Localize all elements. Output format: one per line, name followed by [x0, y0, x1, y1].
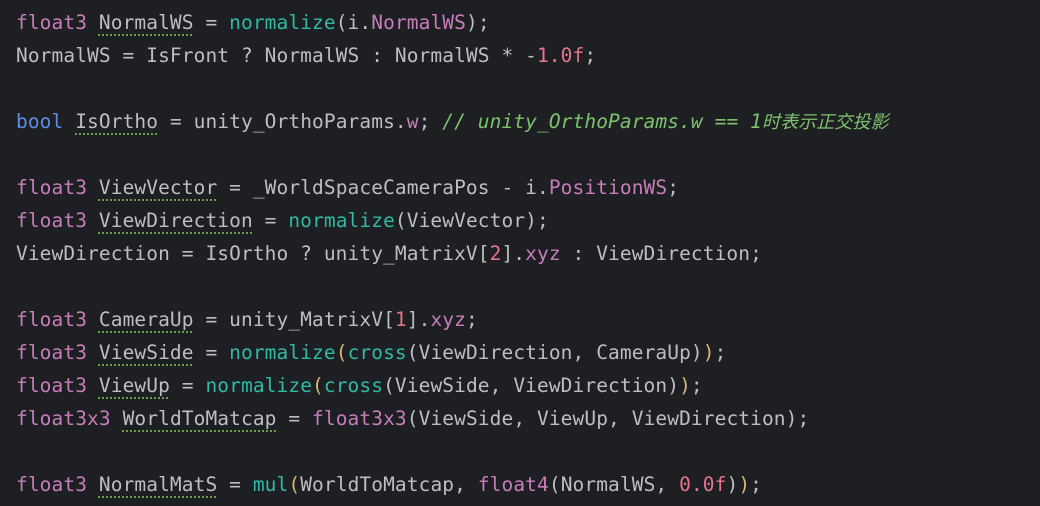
- code-token: NormalMatS: [98, 473, 218, 496]
- code-token: ViewSide: [98, 341, 194, 364]
- code-token: NormalWS: [371, 11, 466, 34]
- code-line[interactable]: float3 CameraUp = unity_MatrixV[1].xyz;: [16, 303, 478, 336]
- code-token: float3: [16, 374, 88, 397]
- code-token: float3: [16, 11, 88, 34]
- code-token: (NormalWS,: [548, 473, 680, 496]
- code-token: ViewDirection = IsOrtho ? unity_MatrixV[: [16, 242, 490, 265]
- code-editor[interactable]: float3 NormalWS = normalize(i.NormalWS);…: [0, 0, 1040, 506]
- code-token: bool: [16, 110, 64, 133]
- code-token: =: [193, 341, 230, 364]
- code-token: normalize: [288, 209, 395, 232]
- code-token: ;: [418, 110, 443, 133]
- code-token: (ViewDirection, CameraUp): [406, 341, 703, 364]
- code-token: = unity_MatrixV[: [193, 308, 395, 331]
- code-token: : ViewDirection;: [560, 242, 762, 265]
- code-token: float3: [16, 341, 88, 364]
- code-token: // unity_OrthoParams.w == 1: [442, 110, 762, 133]
- code-token: ): [726, 473, 739, 496]
- code-token: PositionWS: [548, 176, 668, 199]
- code-token: (: [288, 473, 301, 496]
- code-token: NormalWS: [98, 11, 194, 34]
- code-token: w: [406, 110, 419, 133]
- code-token: =: [217, 473, 253, 496]
- code-token: xyz: [430, 308, 466, 331]
- code-token: ;: [465, 308, 478, 331]
- code-token: xyz: [525, 242, 561, 265]
- code-token: 1.0f: [536, 44, 585, 67]
- code-line[interactable]: bool IsOrtho = unity_OrthoParams.w; // u…: [16, 105, 889, 138]
- code-token: =: [252, 209, 289, 232]
- code-token: = unity_OrthoParams.: [158, 110, 407, 133]
- code-token: 0.0f: [679, 473, 727, 496]
- code-token: (ViewSide, ViewUp, ViewDirection);: [406, 407, 810, 430]
- code-token: (: [312, 374, 324, 397]
- code-token: cross: [323, 374, 384, 397]
- code-line[interactable]: float3 ViewSide = normalize(cross(ViewDi…: [16, 336, 726, 369]
- code-token: float3: [16, 176, 88, 199]
- code-token: (ViewVector);: [394, 209, 549, 232]
- code-token: (i.: [335, 11, 372, 34]
- code-token: mul: [252, 473, 289, 496]
- code-token: float3: [16, 308, 88, 331]
- code-line[interactable]: float3 ViewVector = _WorldSpaceCameraPos…: [16, 171, 679, 204]
- code-token: normalize: [229, 11, 336, 34]
- code-token: float3: [16, 209, 88, 232]
- code-token: ): [702, 341, 715, 364]
- code-token: float3x3: [312, 407, 407, 430]
- code-token: normalize: [205, 374, 313, 397]
- code-token: );: [465, 11, 490, 34]
- code-token: float3: [16, 473, 88, 496]
- code-token: NormalWS = IsFront ? NormalWS : NormalWS…: [16, 44, 537, 67]
- code-token: ;: [714, 341, 727, 364]
- code-token: float4: [477, 473, 549, 496]
- code-token: 2: [489, 242, 502, 265]
- code-token: 1: [394, 308, 407, 331]
- code-token: float3x3: [16, 407, 111, 430]
- code-token: ;: [690, 374, 703, 397]
- code-token: normalize: [229, 341, 336, 364]
- code-line[interactable]: float3 NormalWS = normalize(i.NormalWS);: [16, 6, 490, 39]
- code-token: ;: [584, 44, 597, 67]
- code-line[interactable]: float3 ViewUp = normalize(cross(ViewSide…: [16, 369, 703, 402]
- code-token: ): [679, 374, 691, 397]
- code-line[interactable]: float3x3 WorldToMatcap = float3x3(ViewSi…: [16, 402, 809, 435]
- code-token: =: [276, 407, 313, 430]
- code-token: ViewDirection: [98, 209, 253, 232]
- code-token: (: [335, 341, 348, 364]
- code-token: = _WorldSpaceCameraPos - i.: [217, 176, 549, 199]
- code-token: CameraUp: [98, 308, 194, 331]
- code-token: ViewUp: [98, 374, 170, 397]
- code-token: (ViewSide, ViewDirection): [383, 374, 680, 397]
- code-token: ].: [406, 308, 431, 331]
- code-line[interactable]: float3 NormalMatS = mul(WorldToMatcap, f…: [16, 468, 762, 501]
- code-token: ;: [667, 176, 680, 199]
- code-token: =: [169, 374, 206, 397]
- code-line[interactable]: NormalWS = IsFront ? NormalWS : NormalWS…: [16, 39, 596, 72]
- code-token: WorldToMatcap,: [300, 473, 478, 496]
- code-line[interactable]: ViewDirection = IsOrtho ? unity_MatrixV[…: [16, 237, 762, 270]
- code-token: 时表示正交投影: [761, 112, 889, 133]
- code-token: cross: [347, 341, 407, 364]
- code-token: WorldToMatcap: [122, 407, 277, 430]
- code-line[interactable]: float3 ViewDirection = normalize(ViewVec…: [16, 204, 549, 237]
- code-token: ViewVector: [98, 176, 218, 199]
- code-token: ): [738, 473, 751, 496]
- code-token: ;: [750, 473, 763, 496]
- code-token: =: [193, 11, 230, 34]
- code-token: IsOrtho: [75, 110, 159, 133]
- code-token: ].: [501, 242, 526, 265]
